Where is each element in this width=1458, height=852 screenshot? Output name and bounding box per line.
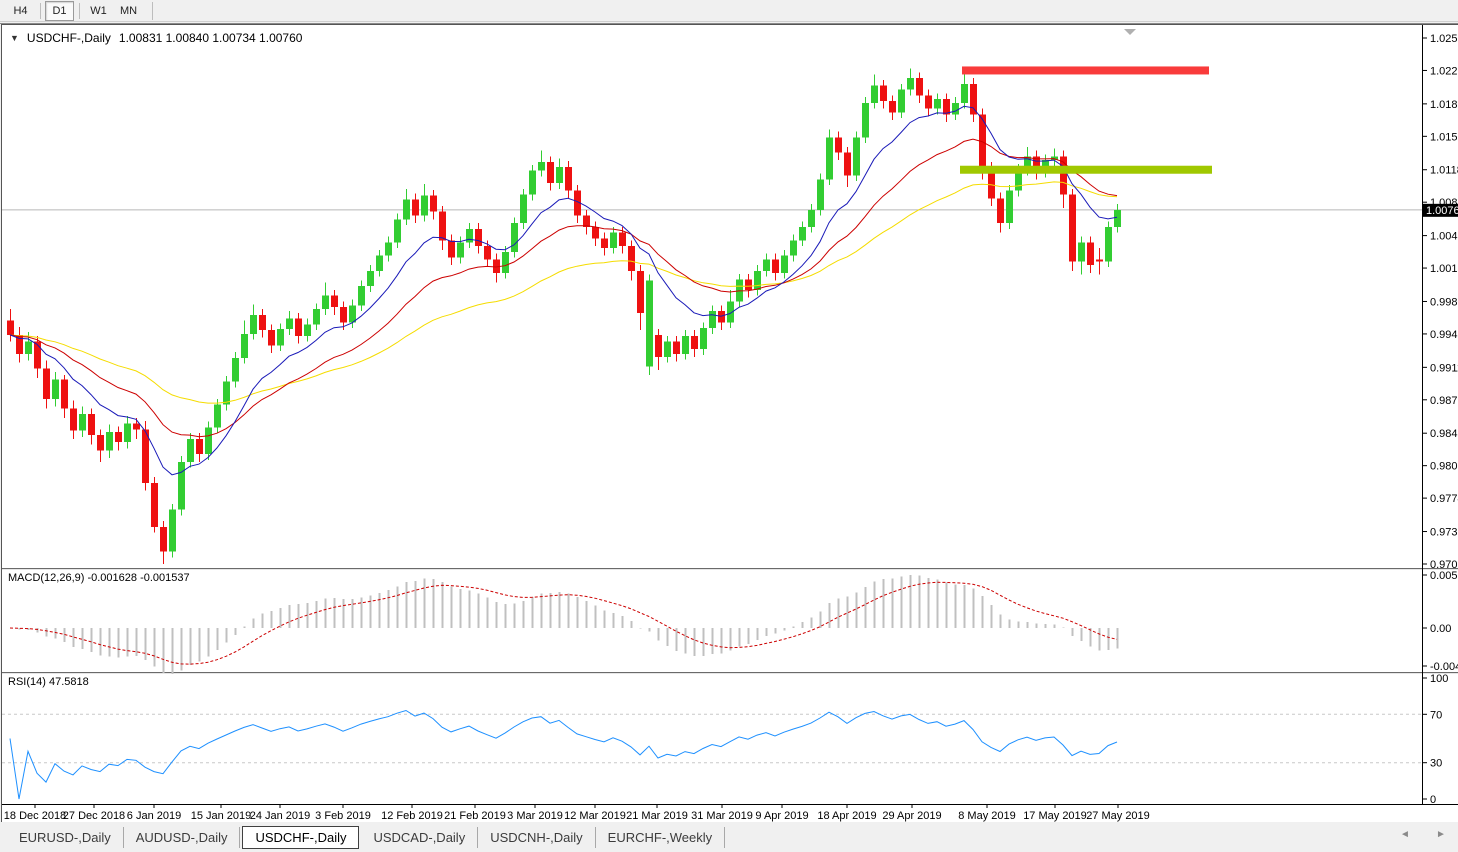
svg-text:18 Apr 2019: 18 Apr 2019 (817, 810, 876, 822)
tab-eurusd-daily[interactable]: EURUSD-,Daily (6, 827, 124, 848)
svg-text:15 Jan 2019: 15 Jan 2019 (191, 810, 252, 822)
chart-window: 1.02560 1.02220 1.01870 1.01530 1.01180 1.008… (1, 24, 1458, 823)
svg-text:29 Apr 2019: 29 Apr 2019 (882, 810, 941, 822)
svg-text:24 Jan 2019: 24 Jan 2019 (250, 810, 311, 822)
svg-text:3 Mar 2019: 3 Mar 2019 (507, 810, 563, 822)
svg-text:0.00: 0.00 (1430, 623, 1451, 635)
svg-text:0: 0 (1430, 794, 1436, 806)
svg-text:1.00760: 1.00760 (1426, 205, 1458, 217)
toolbar-separator (40, 3, 41, 19)
svg-text:27 Dec 2018: 27 Dec 2018 (63, 810, 125, 822)
timeframe-button-w1[interactable]: W1 (84, 1, 113, 21)
chart-tab-bar: EURUSD-,Daily AUDUSD-,Daily USDCHF-,Dail… (0, 822, 1458, 852)
svg-text:0.98770: 0.98770 (1430, 395, 1458, 407)
rsi-indicator-label: RSI(14) 47.5818 (8, 676, 89, 688)
svg-text:31 Mar 2019: 31 Mar 2019 (691, 810, 753, 822)
macd-indicator-label: MACD(12,26,9) -0.001628 -0.001537 (8, 572, 190, 584)
svg-text:27 May 2019: 27 May 2019 (1086, 810, 1150, 822)
tab-usdcnh-daily[interactable]: USDCNH-,Daily (478, 827, 595, 848)
svg-text:0.97390: 0.97390 (1430, 527, 1458, 539)
svg-text:21 Mar 2019: 21 Mar 2019 (626, 810, 688, 822)
svg-text:12 Mar 2019: 12 Mar 2019 (564, 810, 626, 822)
svg-text:0.99110: 0.99110 (1430, 362, 1458, 374)
resistance-level-bar (962, 66, 1209, 74)
tab-scroll-right-icon[interactable]: ► (1434, 829, 1448, 840)
tab-audusd-daily[interactable]: AUDUSD-,Daily (124, 827, 241, 848)
timeframe-button-h4[interactable]: H4 (6, 1, 35, 21)
svg-text:70: 70 (1430, 709, 1442, 721)
svg-text:1.02220: 1.02220 (1430, 65, 1458, 77)
chart-dropdown-icon[interactable]: ▼ (10, 33, 19, 43)
tab-scroll-left-icon[interactable]: ◄ (1398, 829, 1412, 840)
chart-symbol-label: USDCHF-,Daily (27, 31, 111, 45)
chart-title: ▼ USDCHF-,Daily 1.00831 1.00840 1.00734 … (10, 31, 302, 45)
svg-text:30: 30 (1430, 758, 1442, 770)
svg-text:1.01180: 1.01180 (1430, 165, 1458, 177)
svg-text:9 Apr 2019: 9 Apr 2019 (755, 810, 808, 822)
tab-usdchf-daily[interactable]: USDCHF-,Daily (242, 826, 359, 849)
timeframe-button-mn[interactable]: MN (114, 1, 143, 21)
svg-text:1.00490: 1.00490 (1430, 231, 1458, 243)
svg-text:0.99460: 0.99460 (1430, 329, 1458, 341)
svg-text:1.01870: 1.01870 (1430, 99, 1458, 111)
svg-text:12 Feb 2019: 12 Feb 2019 (381, 810, 443, 822)
mt4-window: H4 D1 W1 MN 1.02560 1.02220 1.01870 1.01530… (0, 0, 1458, 852)
timeframe-toolbar: H4 D1 W1 MN (0, 0, 1458, 22)
timeframe-button-d1[interactable]: D1 (45, 1, 74, 21)
svg-text:-0.00424: -0.00424 (1430, 661, 1458, 673)
tab-eurchf-weekly[interactable]: EURCHF-,Weekly (596, 827, 726, 848)
svg-text:0.97740: 0.97740 (1430, 493, 1458, 505)
chart-canvas[interactable]: 1.02560 1.02220 1.01870 1.01530 1.01180 1.008… (2, 25, 1458, 822)
svg-text:18 Dec 2018: 18 Dec 2018 (4, 810, 66, 822)
toolbar-separator (152, 2, 153, 20)
chart-ohlc-values: 1.00831 1.00840 1.00734 1.00760 (119, 31, 303, 45)
svg-text:0.98420: 0.98420 (1430, 428, 1458, 440)
toolbar-separator (79, 3, 80, 19)
svg-text:17 May 2019: 17 May 2019 (1023, 810, 1087, 822)
svg-text:0.98080: 0.98080 (1430, 461, 1458, 473)
svg-text:0.00597: 0.00597 (1430, 570, 1458, 582)
tab-usdcad-daily[interactable]: USDCAD-,Daily (361, 827, 478, 848)
svg-text:1.00150: 1.00150 (1430, 263, 1458, 275)
svg-text:0.99800: 0.99800 (1430, 296, 1458, 308)
support-level-bar (960, 166, 1212, 174)
svg-text:100: 100 (1430, 673, 1448, 685)
svg-text:1.02560: 1.02560 (1430, 33, 1458, 45)
svg-text:3 Feb 2019: 3 Feb 2019 (315, 810, 371, 822)
svg-text:1.01530: 1.01530 (1430, 131, 1458, 143)
svg-text:6 Jan 2019: 6 Jan 2019 (127, 810, 181, 822)
svg-text:8 May 2019: 8 May 2019 (958, 810, 1015, 822)
svg-text:21 Feb 2019: 21 Feb 2019 (444, 810, 506, 822)
